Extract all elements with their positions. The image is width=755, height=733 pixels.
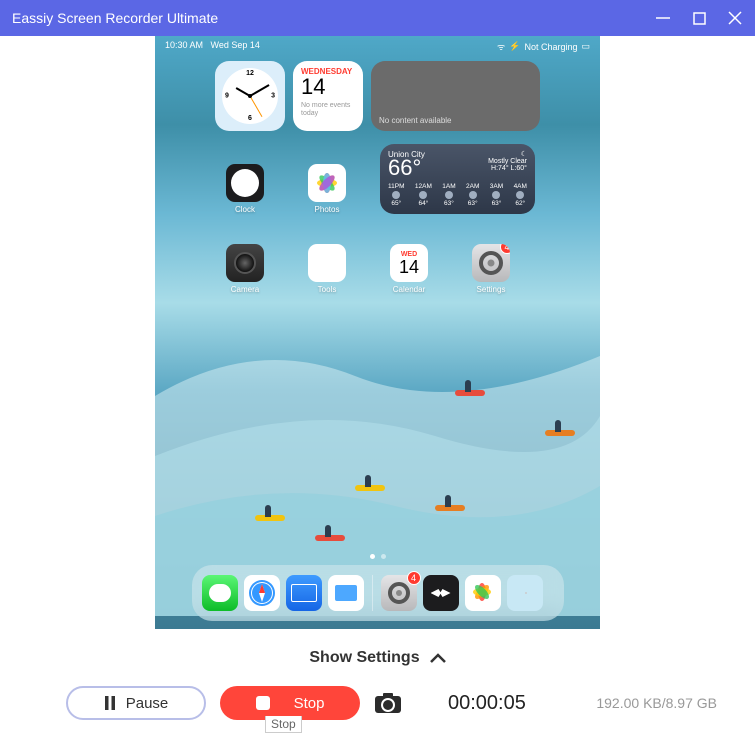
tools-icon (308, 244, 346, 282)
content-widget: No content available (371, 61, 540, 131)
shortcuts-icon (507, 575, 543, 611)
show-settings-toggle[interactable]: Show Settings (0, 638, 755, 678)
mail-icon (286, 575, 322, 611)
pause-button[interactable]: Pause (66, 686, 206, 720)
calendar-widget: WEDNESDAY 14 No more events today (293, 61, 363, 131)
chevron-up-icon (430, 653, 446, 663)
app-label: Camera (231, 285, 259, 294)
safari-icon (244, 575, 280, 611)
weather-day: 12AM64° (415, 183, 432, 207)
ipad-dock: 4 (192, 565, 564, 621)
clock-widget: 12 6 9 3 (215, 61, 285, 131)
app-label: Settings (477, 285, 506, 294)
screenshot-button[interactable] (374, 692, 404, 714)
weather-day: 3AM63° (490, 183, 503, 207)
close-button[interactable] (727, 10, 743, 26)
window-controls (655, 10, 743, 26)
pause-icon (104, 696, 116, 710)
weather-day: 11PM65° (388, 183, 405, 207)
show-settings-label: Show Settings (309, 649, 419, 667)
app-calendar: WED14 Calendar (389, 244, 429, 294)
calendar-icon: WED14 (390, 244, 428, 282)
stop-icon (256, 696, 270, 710)
messages-icon (202, 575, 238, 611)
files-icon (328, 575, 364, 611)
app-label: Photos (315, 205, 340, 214)
weather-widget: Union City 66° ☾ Mostly Clear H:74° L:60… (380, 144, 535, 214)
stop-tooltip: Stop (265, 716, 302, 733)
stop-button[interactable]: Stop (220, 686, 360, 720)
page-dots (370, 554, 386, 559)
dock-settings-icon: 4 (381, 575, 417, 611)
pause-label: Pause (126, 695, 169, 712)
camera-icon (226, 244, 264, 282)
app-tools: Tools (307, 244, 347, 294)
titlebar: Eassiy Screen Recorder Ultimate (0, 0, 755, 36)
bird-app-icon (423, 575, 459, 611)
maximize-button[interactable] (691, 10, 707, 26)
moon-icon: ☾ (488, 150, 527, 158)
file-size: 192.00 KB/8.97 GB (596, 695, 717, 711)
clock-icon (226, 164, 264, 202)
app-label: Clock (235, 205, 255, 214)
weather-day: 2AM63° (466, 183, 479, 207)
app-label: Calendar (393, 285, 425, 294)
recording-preview: 10:30 AM Wed Sep 14 ᯤ ⚡Not Charging ▭ 12… (155, 36, 600, 629)
recording-timer: 00:00:05 (448, 692, 526, 715)
wifi-icon: ᯤ (497, 40, 505, 53)
ipad-statusbar: 10:30 AM Wed Sep 14 ᯤ ⚡Not Charging ▭ (155, 40, 600, 53)
battery-icon: ▭ (581, 41, 590, 52)
app-clock: Clock (225, 164, 265, 214)
app-photos: Photos (307, 164, 347, 214)
settings-icon: 4 (472, 244, 510, 282)
stop-label: Stop (294, 695, 325, 712)
widget-row: 12 6 9 3 WEDNESDAY 14 No more events tod… (215, 61, 540, 131)
photos-icon (308, 164, 346, 202)
control-bar: Pause Stop 00:00:05 192.00 KB/8.97 GB (0, 673, 755, 733)
app-label: Tools (318, 285, 337, 294)
weather-day: 1AM63° (442, 183, 455, 207)
app-settings: 4 Settings (471, 244, 511, 294)
minimize-button[interactable] (655, 10, 671, 26)
app-camera: Camera (225, 244, 265, 294)
weather-day: 4AM62° (514, 183, 527, 207)
dock-photos-icon (465, 575, 501, 611)
window-title: Eassiy Screen Recorder Ultimate (12, 10, 218, 26)
